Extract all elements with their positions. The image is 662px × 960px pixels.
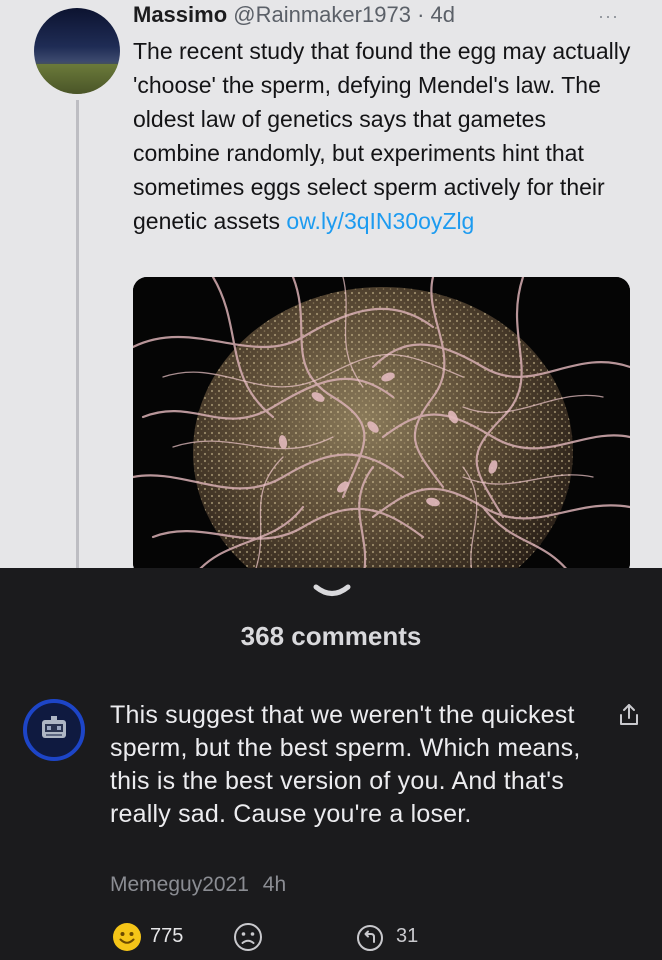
egg-and-sperm-image bbox=[133, 277, 630, 568]
tweet-author-name[interactable]: Massimo bbox=[133, 2, 227, 27]
comments-count: 368 comments bbox=[240, 621, 422, 651]
smile-count: 775 bbox=[150, 925, 184, 947]
comment-meta: Memeguy2021 4h bbox=[110, 873, 286, 897]
frown-emoji-icon[interactable] bbox=[233, 922, 263, 952]
tweet-separator: · bbox=[417, 2, 425, 27]
reply-icon[interactable] bbox=[356, 924, 384, 952]
comment-actions: 775 31 bbox=[0, 920, 662, 956]
thread-line bbox=[76, 100, 79, 568]
tweet-image[interactable] bbox=[133, 277, 630, 568]
tweet-avatar[interactable] bbox=[34, 8, 120, 94]
comment-time: 4h bbox=[262, 873, 287, 896]
commenter-avatar[interactable] bbox=[23, 699, 85, 761]
robot-avatar-icon bbox=[42, 716, 66, 738]
tweet-time: 4d bbox=[430, 2, 455, 27]
comment-text: This suggest that we weren't the quickes… bbox=[110, 701, 581, 828]
tweet-text: The recent study that found the egg may … bbox=[133, 38, 631, 234]
comment-author[interactable]: Memeguy2021 bbox=[110, 873, 249, 896]
more-icon[interactable]: ··· bbox=[598, 6, 619, 27]
tweet-author-handle[interactable]: @Rainmaker1973 bbox=[233, 2, 411, 27]
collapse-chevron-icon[interactable] bbox=[312, 582, 352, 602]
reply-count: 31 bbox=[396, 925, 419, 947]
share-icon[interactable] bbox=[618, 703, 640, 727]
smile-emoji-icon[interactable] bbox=[112, 922, 142, 952]
tweet-header: Massimo @Rainmaker1973 · 4d bbox=[133, 2, 455, 28]
tweet-link[interactable]: ow.ly/3qIN30oyZlg bbox=[286, 208, 474, 234]
tweet-card: Massimo @Rainmaker1973 · 4d ··· The rece… bbox=[0, 0, 662, 568]
tweet-body: The recent study that found the egg may … bbox=[133, 34, 638, 238]
